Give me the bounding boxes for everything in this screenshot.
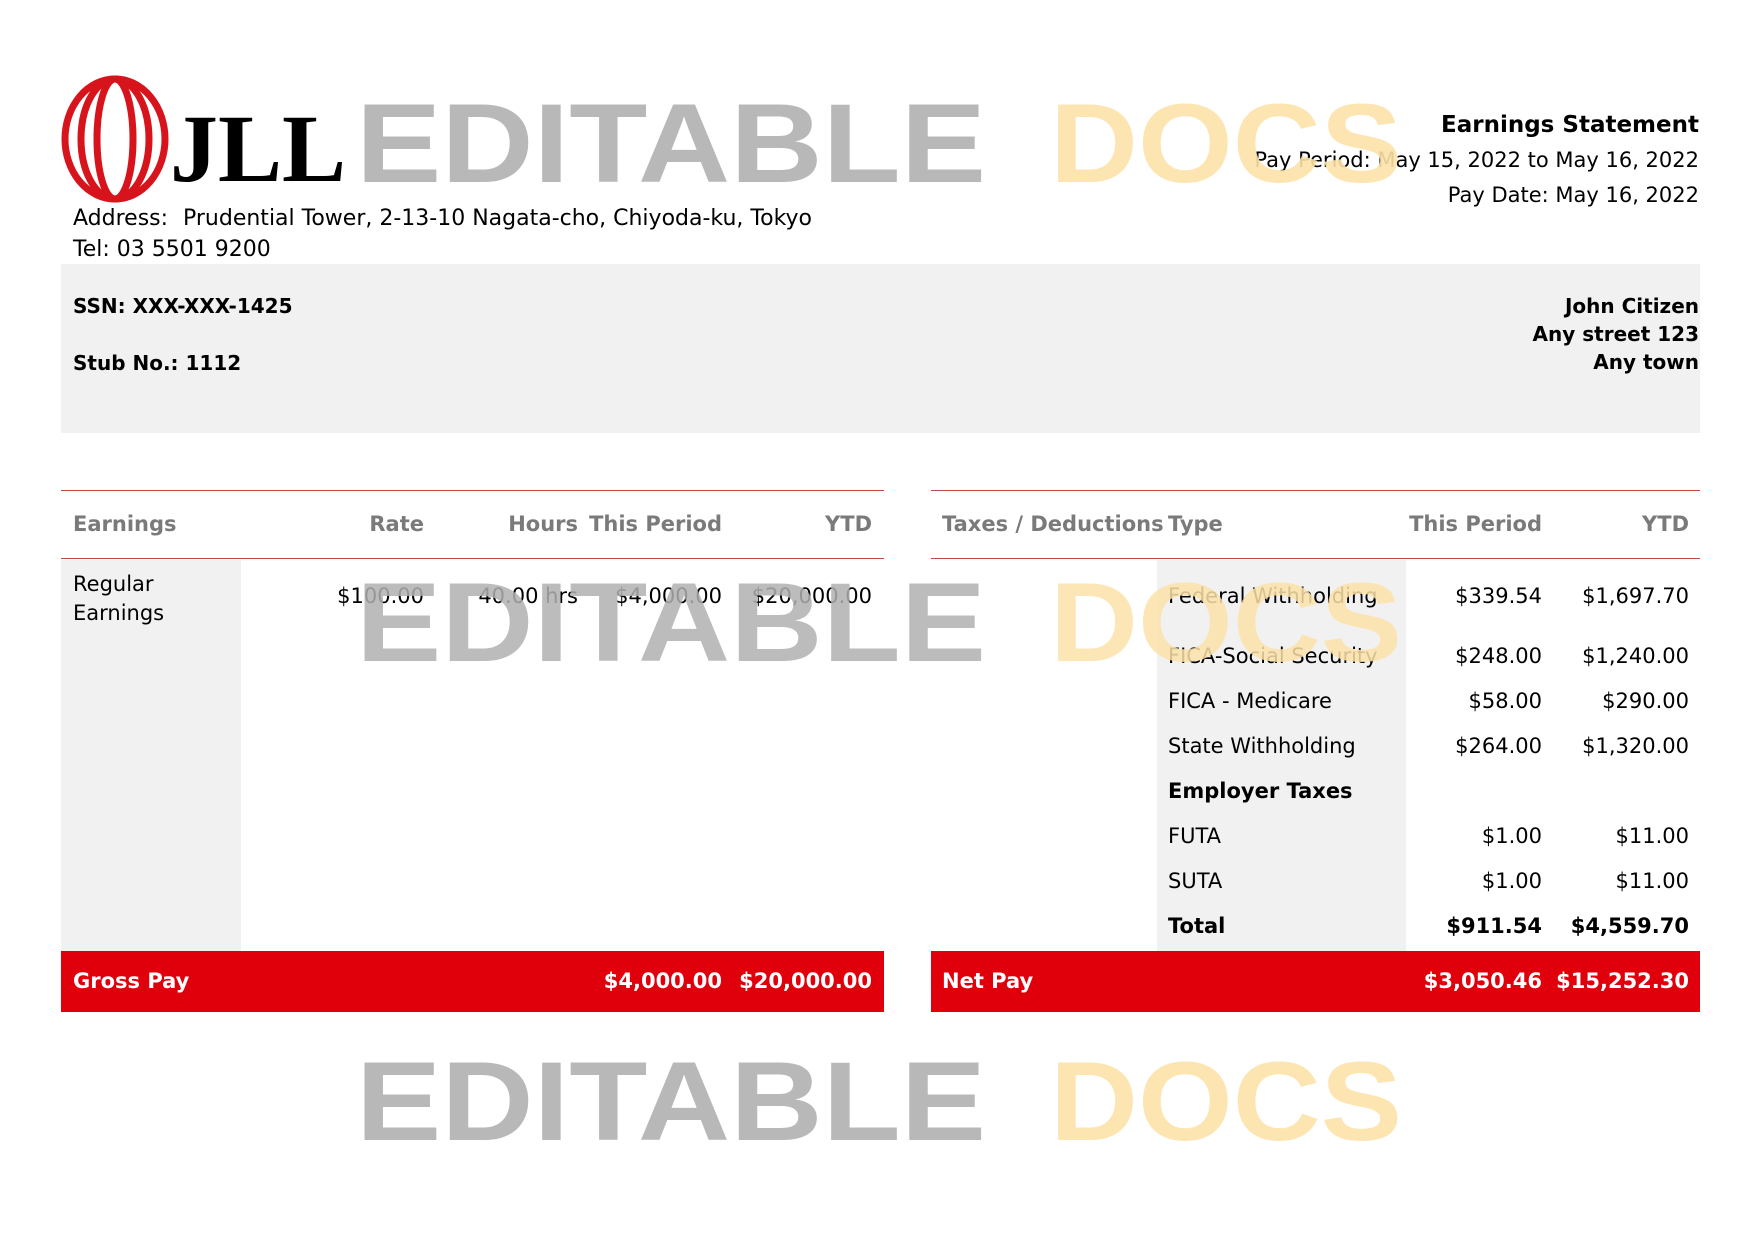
logo-text: JLL — [170, 95, 346, 202]
address-value: Prudential Tower, 2-13-10 Nagata-cho, Ch… — [183, 206, 812, 231]
pay-period-label: Pay Period: — [1254, 148, 1371, 172]
earnings-header-ytd: YTD — [825, 512, 872, 536]
ssn: SSN: XXX-XXX-1425 — [73, 294, 293, 318]
gross-pay-label: Gross Pay — [73, 969, 190, 993]
statement-title: Earnings Statement — [1441, 112, 1699, 138]
deduction-row-type: FUTA — [1168, 824, 1222, 848]
deductions-total-this-period: $911.54 — [1446, 914, 1542, 938]
company-address-block: Address: Prudential Tower, 2-13-10 Nagata… — [73, 203, 812, 265]
deduction-row-this-period: $1.00 — [1481, 869, 1542, 893]
deduction-row-this-period: $1.00 — [1481, 824, 1542, 848]
deduction-row-this-period: $264.00 — [1455, 734, 1542, 758]
deductions-header-rule — [931, 558, 1700, 559]
net-pay-bar: Net Pay $3,050.46 $15,252.30 — [931, 951, 1700, 1012]
net-pay-label: Net Pay — [942, 969, 1034, 993]
deduction-row-type: State Withholding — [1168, 734, 1356, 758]
watermark-top: EDITABLE DOCS — [356, 81, 1402, 206]
company-logo: JLL — [60, 74, 350, 204]
earnings-top-rule — [61, 490, 884, 491]
net-pay-ytd: $15,252.30 — [1556, 969, 1689, 993]
deduction-row-type: FICA-Social Security — [1168, 644, 1378, 668]
deductions-header-taxes: Taxes / Deductions — [942, 512, 1164, 536]
employee-info-band — [61, 264, 1700, 433]
watermark-word-editable: EDITABLE — [356, 98, 986, 188]
earnings-header-earnings: Earnings — [73, 512, 177, 536]
earnings-header-hours: Hours — [508, 512, 578, 536]
pay-period-value: May 15, 2022 to May 16, 2022 — [1377, 148, 1699, 172]
deduction-row-type: SUTA — [1168, 869, 1223, 893]
employee-ids: SSN: XXX-XXX-1425 Stub No.: 1112 — [73, 292, 293, 406]
deduction-row-ytd: $1,697.70 — [1582, 584, 1689, 608]
earnings-row-rate: $100.00 — [337, 584, 424, 608]
watermark-bottom: EDITABLE DOCS — [356, 1039, 1402, 1164]
deductions-header-this-period: This Period — [1409, 512, 1542, 536]
watermark-word-docs: DOCS — [1050, 1056, 1402, 1146]
company-tel: Tel: 03 5501 9200 — [73, 237, 271, 262]
company-address: Address: Prudential Tower, 2-13-10 Nagata… — [73, 203, 812, 234]
deduction-row-ytd: $1,320.00 — [1582, 734, 1689, 758]
pay-date: Pay Date: May 16, 2022 — [1447, 183, 1699, 207]
deduction-row-ytd: $290.00 — [1602, 689, 1689, 713]
earnings-row-ytd: $20,000.00 — [751, 584, 872, 608]
deduction-row-this-period: $58.00 — [1468, 689, 1542, 713]
deduction-row-ytd: $1,240.00 — [1582, 644, 1689, 668]
deduction-row-ytd: $11.00 — [1615, 869, 1689, 893]
gross-pay-this-period: $4,000.00 — [603, 969, 722, 993]
watermark-word-editable: EDITABLE — [356, 1056, 986, 1146]
deductions-header-type: Type — [1168, 512, 1223, 536]
deductions-header-ytd: YTD — [1642, 512, 1689, 536]
deductions-total-ytd: $4,559.70 — [1570, 914, 1689, 938]
deduction-row-this-period: $248.00 — [1455, 644, 1542, 668]
earnings-row-hours: 40.00 hrs — [478, 584, 578, 608]
deductions-table: Taxes / Deductions Type This Period YTD … — [931, 490, 1700, 1012]
deduction-row-ytd: $11.00 — [1615, 824, 1689, 848]
earnings-header-rule — [61, 558, 884, 559]
deductions-top-rule — [931, 490, 1700, 491]
employee-address: John Citizen Any street 123 Any town — [1533, 292, 1699, 376]
employer-taxes-heading: Employer Taxes — [1168, 779, 1353, 803]
pay-period: Pay Period: May 15, 2022 to May 16, 2022 — [1254, 143, 1699, 178]
employee-street: Any street 123 — [1532, 322, 1699, 346]
earnings-row-this-period: $4,000.00 — [615, 584, 722, 608]
stub-number: Stub No.: 1112 — [73, 351, 242, 375]
statement-header: Earnings Statement Pay Period: May 15, 2… — [1254, 108, 1699, 213]
employee-town: Any town — [1593, 350, 1699, 374]
address-label: Address: — [73, 206, 169, 231]
earnings-table: Earnings Rate Hours This Period YTD Regu… — [61, 490, 884, 1012]
earnings-row-label: Regular Earnings — [73, 570, 164, 628]
earnings-row-label-line1: Regular — [73, 572, 154, 596]
gross-pay-bar: Gross Pay $4,000.00 $20,000.00 — [61, 951, 884, 1012]
deductions-total-label: Total — [1168, 914, 1226, 938]
deduction-row-type: Federal Withholding — [1168, 584, 1378, 608]
earnings-row-label-line2: Earnings — [73, 601, 165, 625]
net-pay-this-period: $3,050.46 — [1423, 969, 1542, 993]
deduction-row-this-period: $339.54 — [1455, 584, 1542, 608]
earnings-header-this-period: This Period — [589, 512, 722, 536]
earnings-header-rate: Rate — [369, 512, 424, 536]
employee-name: John Citizen — [1564, 294, 1699, 318]
deduction-row-type: FICA - Medicare — [1168, 689, 1332, 713]
gross-pay-ytd: $20,000.00 — [739, 969, 872, 993]
